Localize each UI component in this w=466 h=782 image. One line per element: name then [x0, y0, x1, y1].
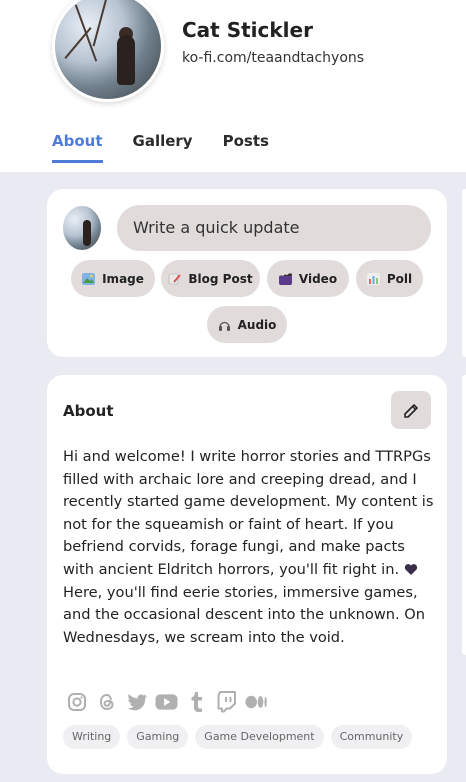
- tab-posts[interactable]: Posts: [223, 132, 269, 163]
- side-card-edge: [462, 375, 466, 655]
- about-tags: Writing Gaming Game Development Communit…: [63, 725, 413, 749]
- profile-avatar[interactable]: [52, 0, 164, 102]
- tag-writing[interactable]: Writing: [63, 725, 121, 749]
- image-post-label: Image: [102, 271, 144, 286]
- instagram-icon[interactable]: [65, 690, 88, 713]
- video-post-label: Video: [298, 271, 338, 286]
- tag-community[interactable]: Community: [330, 725, 413, 749]
- tab-about[interactable]: About: [52, 132, 103, 163]
- image-icon: [82, 272, 96, 285]
- image-post-button[interactable]: Image: [71, 260, 155, 297]
- about-bio-text-2: Here, you'll find eerie stories, immersi…: [63, 583, 426, 646]
- headphones-icon: [218, 321, 230, 331]
- about-title: About: [63, 402, 114, 420]
- profile-url[interactable]: ko-fi.com/teaandtachyons: [182, 50, 364, 66]
- purple-heart-icon: [404, 564, 417, 575]
- youtube-icon[interactable]: [155, 690, 178, 713]
- poll-post-button[interactable]: Poll: [356, 260, 423, 297]
- pencil-icon: [403, 403, 418, 418]
- tag-game-development[interactable]: Game Development: [195, 725, 324, 749]
- blog-post-label: Blog Post: [188, 271, 253, 286]
- edit-about-button[interactable]: [391, 391, 431, 429]
- video-post-button[interactable]: Video: [267, 260, 349, 297]
- about-bio: Hi and welcome! I write horror stories a…: [63, 446, 435, 649]
- profile-name: Cat Stickler: [182, 18, 313, 42]
- poll-icon: [366, 272, 380, 285]
- audio-post-button[interactable]: Audio: [207, 306, 287, 343]
- side-card-edge: [462, 189, 466, 357]
- social-links: [65, 690, 268, 713]
- profile-header: Cat Stickler ko-fi.com/teaandtachyons Ab…: [0, 0, 466, 172]
- threads-icon[interactable]: [95, 690, 118, 713]
- tag-gaming[interactable]: Gaming: [127, 725, 189, 749]
- twitter-icon[interactable]: [125, 690, 148, 713]
- tab-gallery[interactable]: Gallery: [133, 132, 193, 163]
- tumblr-icon[interactable]: [185, 690, 208, 713]
- twitch-icon[interactable]: [215, 690, 238, 713]
- audio-post-label: Audio: [237, 317, 277, 332]
- video-icon: [278, 272, 292, 285]
- quick-update-input[interactable]: Write a quick update: [117, 205, 431, 251]
- composer-card: Write a quick update Image Blog Post Vid…: [47, 189, 447, 357]
- poll-post-label: Poll: [386, 271, 413, 286]
- composer-avatar: [63, 206, 101, 250]
- about-bio-text-1: Hi and welcome! I write horror stories a…: [63, 448, 434, 578]
- medium-icon[interactable]: [245, 690, 268, 713]
- about-card: About Hi and welcome! I write horror sto…: [47, 375, 447, 774]
- blog-post-icon: [169, 273, 182, 284]
- blog-post-button[interactable]: Blog Post: [161, 260, 260, 297]
- profile-tabs: About Gallery Posts: [52, 132, 299, 163]
